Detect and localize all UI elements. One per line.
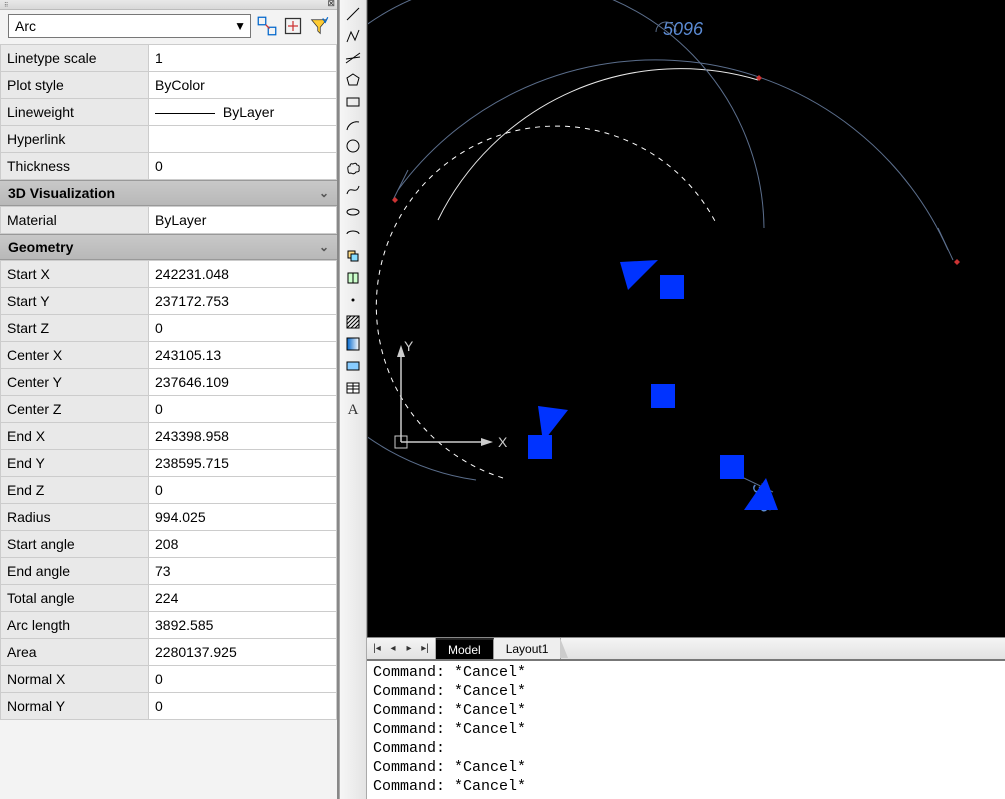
prop-value[interactable]: ByLayer [149,99,337,126]
prop-key: Start X [1,261,149,288]
prop-value[interactable]: ByLayer [149,207,337,234]
hatch-tool-icon[interactable] [342,312,364,332]
ucs-icon: X Y [386,337,516,467]
prop-key: End angle [1,558,149,585]
block-insert-icon[interactable] [342,246,364,266]
object-type-combo[interactable]: Arc ▼ [8,14,251,38]
model-viewport[interactable]: 5096 303 [367,0,1005,637]
prop-key: Plot style [1,72,149,99]
close-icon[interactable]: ⊠ [327,0,335,9]
prop-key: Material [1,207,149,234]
svg-text:Y: Y [404,338,414,354]
prop-value[interactable] [149,126,337,153]
line-tool-icon[interactable] [342,4,364,24]
prop-value[interactable]: 243105.13 [149,342,337,369]
tab-first-icon[interactable]: |◂ [369,640,385,658]
collapse-icon: ⌄ [319,186,329,200]
tab-next-icon[interactable]: ▸ [401,640,417,658]
prop-key: Arc length [1,612,149,639]
object-type-label: Arc [15,18,36,34]
revcloud-tool-icon[interactable] [342,158,364,178]
prop-key: Start angle [1,531,149,558]
svg-text:X: X [498,434,508,450]
circle-tool-icon[interactable] [342,136,364,156]
ellipse-tool-icon[interactable] [342,202,364,222]
prop-key: Lineweight [1,99,149,126]
layout-tab-bar: |◂ ◂ ▸ ▸| Model Layout1 [367,637,1005,659]
prop-key: Thickness [1,153,149,180]
prop-key: Linetype scale [1,45,149,72]
polygon-tool-icon[interactable] [342,70,364,90]
prop-key: End X [1,423,149,450]
prop-value[interactable]: ByColor [149,72,337,99]
prop-value[interactable]: 73 [149,558,337,585]
prop-value[interactable]: 2280137.925 [149,639,337,666]
prop-value[interactable]: 0 [149,396,337,423]
grip-end[interactable] [720,455,744,479]
table-tool-icon[interactable] [342,378,364,398]
tab-prev-icon[interactable]: ◂ [385,640,401,658]
prop-value[interactable]: 224 [149,585,337,612]
rectangle-tool-icon[interactable] [342,92,364,112]
prop-value[interactable]: 238595.715 [149,450,337,477]
command-line[interactable]: Command: *Cancel* Command: *Cancel* Comm… [367,659,1005,799]
prop-value[interactable]: 0 [149,666,337,693]
xline-tool-icon[interactable] [342,48,364,68]
grip-arrow[interactable] [538,406,568,442]
grip-start[interactable] [528,435,552,459]
prop-key: Center Y [1,369,149,396]
point-tool-icon[interactable] [342,290,364,310]
grip-mid[interactable] [660,275,684,299]
prop-key: Radius [1,504,149,531]
tab-last-icon[interactable]: ▸| [417,640,433,658]
prop-key: Total angle [1,585,149,612]
grip-center[interactable] [651,384,675,408]
prop-value[interactable]: 0 [149,477,337,504]
quick-select-icon[interactable] [257,16,277,36]
prop-value[interactable]: 3892.585 [149,612,337,639]
ellipse-arc-tool-icon[interactable] [342,224,364,244]
properties-panel: ⠿⊠ Arc ▼ Linetype scale1Plot styleByColo… [0,0,339,799]
gradient-tool-icon[interactable] [342,334,364,354]
pick-add-icon[interactable] [283,16,303,36]
grip-arrow[interactable] [620,260,658,290]
collapse-icon: ⌄ [319,240,329,254]
region-tool-icon[interactable] [342,356,364,376]
chevron-down-icon: ▼ [234,19,246,33]
prop-key: Start Y [1,288,149,315]
panel-title-bar[interactable]: ⠿⊠ [0,0,337,10]
prop-value[interactable]: 994.025 [149,504,337,531]
prop-key: Start Z [1,315,149,342]
prop-value[interactable]: 0 [149,153,337,180]
text-tool-icon[interactable]: A [342,400,364,420]
prop-value[interactable]: 243398.958 [149,423,337,450]
block-make-icon[interactable] [342,268,364,288]
prop-value[interactable]: 1 [149,45,337,72]
prop-key: Normal X [1,666,149,693]
prop-value[interactable]: 237172.753 [149,288,337,315]
prop-key: Hyperlink [1,126,149,153]
filter-icon[interactable] [309,16,329,36]
prop-value[interactable]: 242231.048 [149,261,337,288]
tab-model[interactable]: Model [436,638,494,659]
arc-tool-icon[interactable] [342,114,364,134]
prop-key: End Y [1,450,149,477]
prop-value[interactable]: 0 [149,315,337,342]
prop-value[interactable]: 208 [149,531,337,558]
draw-toolstrip: A [339,0,367,799]
prop-value[interactable]: 0 [149,693,337,720]
section-3d-visualization[interactable]: 3D Visualization⌄ [0,180,337,206]
prop-key: End Z [1,477,149,504]
prop-key: Normal Y [1,693,149,720]
section-geometry[interactable]: Geometry⌄ [0,234,337,260]
spline-tool-icon[interactable] [342,180,364,200]
polyline-tool-icon[interactable] [342,26,364,46]
prop-key: Center X [1,342,149,369]
prop-value[interactable]: 237646.109 [149,369,337,396]
tab-layout1[interactable]: Layout1 [494,638,562,659]
prop-key: Center Z [1,396,149,423]
right-panel: 5096 303 [367,0,1005,799]
prop-key: Area [1,639,149,666]
